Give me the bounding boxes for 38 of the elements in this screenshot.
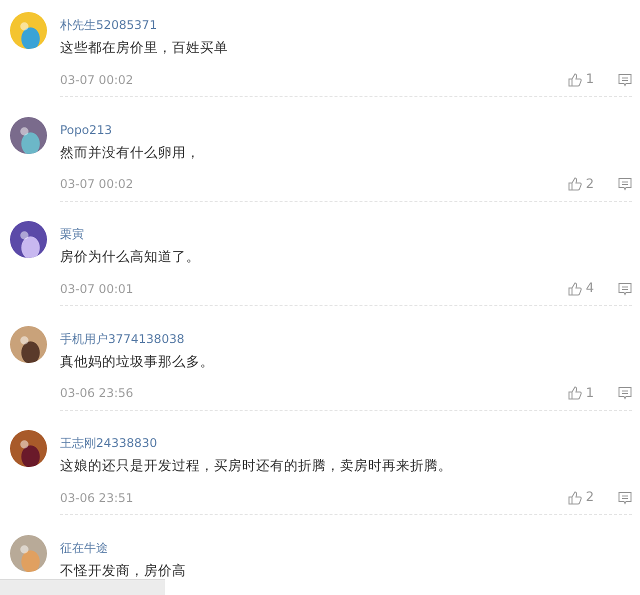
comment-text: 这娘的还只是开发过程，买房时还有的折腾，卖房时再来折腾。 [60,457,452,476]
comment-text: 房价为什么高知道了。 [60,248,200,266]
comment-icon[interactable] [618,72,632,86]
comment-icon[interactable] [618,177,632,192]
avatar [10,326,47,363]
thumbs-up-icon[interactable] [568,282,582,296]
timestamp: 03-06 23:56 [60,386,134,400]
user-name[interactable]: 栗寅 [60,226,84,242]
timestamp: 03-06 23:51 [60,490,134,505]
comment-icon[interactable] [618,490,632,505]
user-name[interactable]: 征在牛途 [60,540,108,556]
timestamp: 03-07 00:02 [60,72,134,86]
like-count: 1 [586,386,594,401]
thumbs-up-icon[interactable] [568,490,582,505]
comment-text: 然而并没有什么卵用， [60,144,200,162]
like-count: 2 [586,490,594,506]
comment-icon[interactable] [618,386,632,400]
avatar [10,116,47,154]
thumbs-up-icon[interactable] [568,386,582,400]
comment-text: 不怪开发商，房价高 [60,562,186,580]
comment-text: 真他妈的垃圾事那么多。 [60,352,214,371]
comment-text: 这些都在房价里，百姓买单 [60,39,228,57]
thumbs-up-icon[interactable] [568,72,582,86]
user-name[interactable]: 手机用户3774138038 [60,330,184,347]
avatar [10,221,47,258]
like-count: 4 [586,281,594,296]
avatar [10,12,47,49]
user-name[interactable]: 朴先生52085371 [60,17,158,33]
like-count: 2 [586,176,594,192]
timestamp: 03-07 00:02 [60,177,134,192]
like-count: 1 [586,72,594,87]
timestamp: 03-07 00:01 [60,282,134,296]
avatar [10,430,47,468]
user-name[interactable]: Popo213 [60,122,112,138]
thumbs-up-icon[interactable] [568,177,582,192]
comment-icon[interactable] [618,282,632,296]
user-name[interactable]: 王志刚24338830 [60,435,158,452]
avatar [10,534,47,572]
